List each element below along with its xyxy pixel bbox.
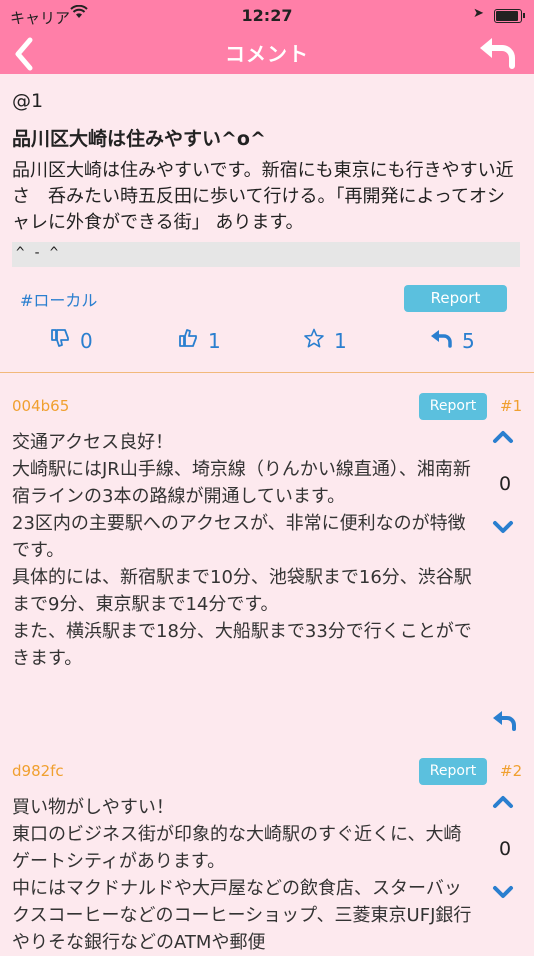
dislike-count: 0 bbox=[80, 329, 93, 353]
comment-item: 004b65 Report #1 交通アクセス良好！ 大崎駅にはJR山手線、埼京… bbox=[0, 393, 534, 757]
dislike-button[interactable]: 0 bbox=[50, 328, 93, 353]
comment-author: d982fc bbox=[12, 762, 64, 780]
comment-number: #2 bbox=[500, 762, 523, 780]
location-icon: ➤ bbox=[473, 6, 484, 21]
report-button[interactable]: Report bbox=[419, 758, 487, 785]
reply-icon[interactable] bbox=[476, 28, 516, 79]
star-icon bbox=[304, 328, 324, 353]
downvote-icon[interactable] bbox=[492, 515, 514, 540]
reply-count: 5 bbox=[462, 329, 475, 353]
report-button[interactable]: Report bbox=[419, 393, 487, 420]
status-bar: キャリア 12:27 ➤ bbox=[0, 0, 534, 30]
post-anchor: @1 bbox=[12, 90, 44, 112]
clock: 12:27 bbox=[241, 6, 293, 25]
post-body: 品川区大崎は住みやすいです。新宿にも東京にも行きやすい近さ 呑みたい時五反田に歩… bbox=[12, 160, 514, 233]
post-title: 品川区大崎は住みやすい^o^ bbox=[12, 128, 266, 150]
vote-count: 0 bbox=[498, 473, 512, 495]
like-button[interactable]: 1 bbox=[178, 328, 221, 353]
original-post: @1 品川区大崎は住みやすい^o^ 品川区大崎は住みやすいです。新宿にも東京にも… bbox=[0, 74, 534, 373]
upvote-icon[interactable] bbox=[492, 790, 514, 815]
battery-icon bbox=[494, 9, 525, 23]
favorite-count: 1 bbox=[334, 329, 347, 353]
page-title: コメント bbox=[225, 42, 309, 66]
reply-icon bbox=[430, 328, 452, 353]
favorite-button[interactable]: 1 bbox=[304, 328, 347, 353]
comment-text: 買い物がしやすい！ 東口のビジネス街が印象的な大崎駅のすぐ近くに、大崎ゲートシテ… bbox=[12, 797, 472, 953]
report-button[interactable]: Report bbox=[404, 285, 507, 312]
navigation-bar: コメント bbox=[0, 30, 534, 74]
thumbs-up-icon bbox=[178, 328, 198, 353]
like-count: 1 bbox=[208, 329, 221, 353]
downvote-icon[interactable] bbox=[492, 880, 514, 905]
post-tag-link[interactable]: #ローカル bbox=[20, 287, 97, 311]
reply-count-button[interactable]: 5 bbox=[430, 328, 475, 353]
comment-item: d982fc Report #2 買い物がしやすい！ 東口のビジネス街が印象的な… bbox=[0, 758, 534, 953]
upvote-icon[interactable] bbox=[492, 425, 514, 450]
comment-number: #1 bbox=[500, 397, 523, 415]
comment-text: 交通アクセス良好！ 大崎駅にはJR山手線、埼京線（りんかい線直通）、湘南新宿ライ… bbox=[12, 432, 472, 669]
thumbs-down-icon bbox=[50, 328, 70, 353]
reply-icon[interactable] bbox=[492, 709, 516, 737]
post-code-block: ^ - ^ bbox=[12, 242, 520, 267]
vote-count: 0 bbox=[498, 838, 512, 860]
comment-author: 004b65 bbox=[12, 397, 70, 415]
